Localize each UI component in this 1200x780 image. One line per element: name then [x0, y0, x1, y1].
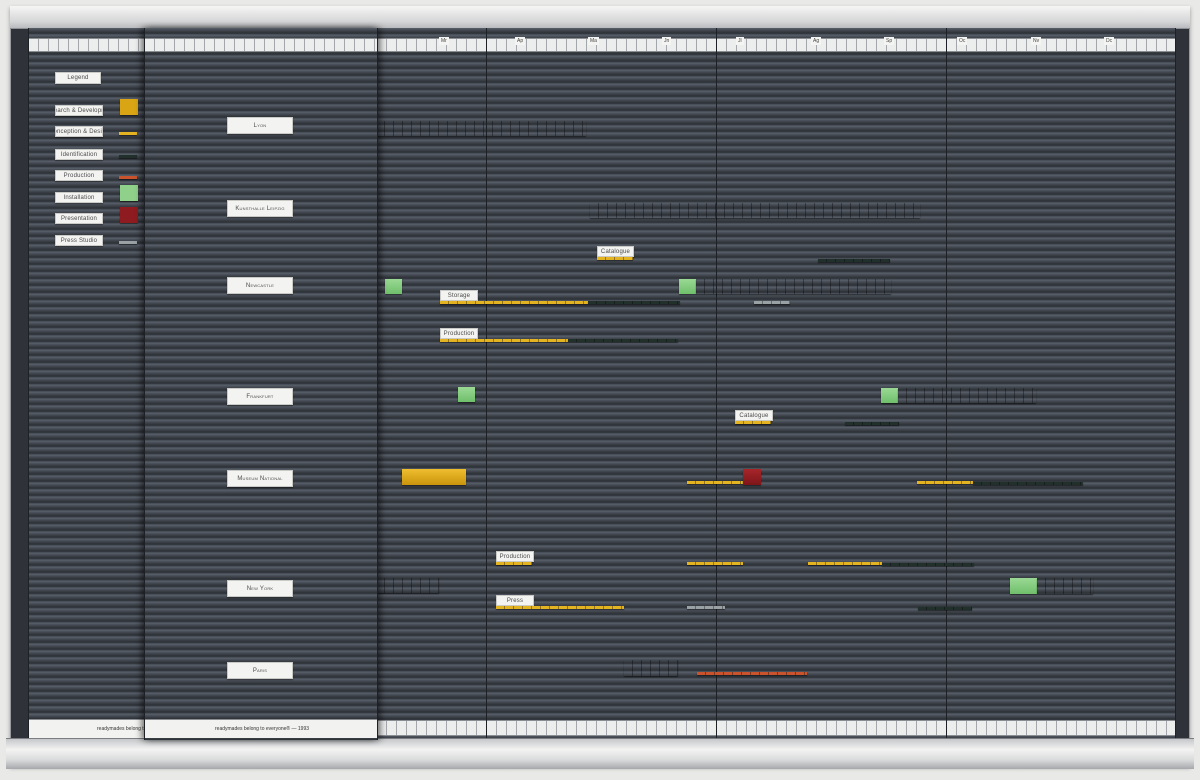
locations-header-strip	[145, 38, 377, 52]
tag-label: Catalogue	[735, 410, 773, 421]
installation-block	[1010, 578, 1037, 594]
installation-block	[881, 388, 898, 403]
locations-panel: readymades belong to everyone® — 1993 Ly…	[144, 28, 378, 740]
month-footer-strip	[377, 720, 487, 736]
presentation-bar	[898, 388, 1036, 403]
location-label: Kunsthalle Leipzig	[227, 200, 293, 217]
tag-label: Production	[496, 551, 534, 562]
legend-item-label: Research & Development	[55, 105, 103, 116]
press-line	[687, 606, 725, 609]
month-label: Nv	[1031, 37, 1042, 45]
location-label: Newcastle	[227, 277, 293, 294]
presentation-bar	[376, 121, 586, 136]
month-label: Oc	[957, 37, 968, 45]
month-panel: Oc Nv Dc	[946, 28, 1176, 740]
design-line	[687, 562, 743, 565]
identification-line	[568, 339, 678, 342]
identification-line	[588, 301, 680, 304]
research-block	[376, 578, 439, 593]
month-label: Jl	[736, 37, 744, 45]
presentation-bar	[696, 279, 891, 294]
legend-item-label: Conception & Design	[55, 126, 103, 137]
month-footer-strip	[947, 720, 1175, 736]
design-line	[440, 301, 588, 304]
location-label: Lyon	[227, 117, 293, 134]
month-label: Ag	[811, 37, 822, 45]
design-line	[597, 257, 633, 260]
month-footer-strip	[487, 720, 717, 736]
month-header-strip	[947, 38, 1175, 52]
month-footer-strip	[717, 720, 947, 736]
legend-panel-footer: readymades belong to	[29, 719, 147, 738]
footer-caption: readymades belong to everyone® — 1993	[215, 726, 310, 732]
presentation-block	[743, 469, 761, 485]
legend-item-label: Identification	[55, 149, 103, 160]
tag-label: Storage	[440, 290, 478, 301]
legend-swatch-design	[119, 132, 137, 135]
legend-item-label: Installation	[55, 192, 103, 203]
month-header-strip	[377, 38, 487, 52]
top-rail	[10, 6, 1190, 29]
installation-block	[679, 279, 696, 294]
design-line	[496, 562, 532, 565]
location-label: Frankfurt	[227, 388, 293, 405]
legend-title: Legend	[55, 72, 101, 84]
legend-swatch-research	[120, 99, 138, 115]
location-label: Paris	[227, 662, 293, 679]
tag-label: Catalogue	[597, 246, 634, 257]
identification-line	[818, 259, 890, 262]
design-line	[687, 481, 743, 484]
location-label: Museum National	[227, 470, 293, 487]
legend-swatch-production	[119, 176, 137, 179]
legend-swatch-presentation	[120, 207, 138, 223]
tag-label: Production	[440, 328, 478, 339]
locations-footer: readymades belong to everyone® — 1993	[145, 719, 377, 738]
month-label: Mr	[439, 37, 449, 45]
month-label: Dc	[1104, 37, 1115, 45]
month-label: Jn	[662, 37, 672, 45]
month-label: Ap	[515, 37, 526, 45]
identification-line	[882, 563, 974, 566]
legend-item-label: Presentation	[55, 213, 103, 224]
design-line	[735, 421, 771, 424]
legend-swatch-identification	[119, 155, 137, 158]
identification-line	[918, 607, 972, 610]
production-line	[697, 672, 807, 675]
legend-item-label: Press Studio	[55, 235, 103, 246]
tag-label: Press	[496, 595, 534, 606]
identification-line	[973, 482, 1083, 485]
legend-footer-text: readymades belong to	[97, 726, 147, 732]
legend-swatch-installation	[120, 185, 138, 201]
research-block	[402, 469, 466, 485]
design-line	[440, 339, 568, 342]
identification-line	[845, 422, 899, 425]
presentation-bar	[590, 203, 920, 218]
month-label: Ma	[588, 37, 599, 45]
month-label: Sp	[884, 37, 895, 45]
design-line	[917, 481, 973, 484]
design-line	[496, 606, 624, 609]
press-line	[754, 301, 790, 304]
legend-swatch-press	[119, 241, 137, 244]
installation-block	[385, 279, 402, 294]
location-label: New York	[227, 580, 293, 597]
installation-block	[458, 387, 475, 402]
legend-panel: readymades belong to Legend Research & D…	[28, 28, 146, 740]
research-block	[624, 660, 678, 676]
legend-panel-header-strip	[29, 38, 145, 52]
month-header-strip	[717, 38, 947, 52]
design-line	[808, 562, 882, 565]
bottom-rail	[6, 738, 1194, 769]
presentation-bar	[1037, 578, 1093, 594]
legend-item-label: Production	[55, 170, 103, 181]
month-panel: Jl Ag Sp	[716, 28, 948, 740]
